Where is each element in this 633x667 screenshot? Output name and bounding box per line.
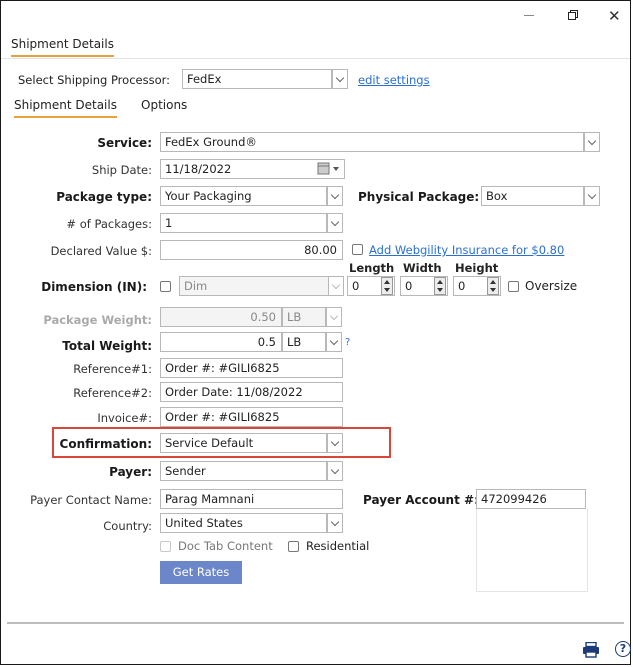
- height-spinner[interactable]: [487, 277, 499, 295]
- get-rates-button[interactable]: Get Rates: [160, 561, 242, 584]
- width-spinner[interactable]: [434, 277, 446, 295]
- oversize-label: Oversize: [525, 279, 578, 293]
- close-icon[interactable]: ✕: [608, 7, 621, 25]
- package-weight-input[interactable]: 0.50: [160, 307, 282, 327]
- package-type-select[interactable]: Your Packaging: [160, 186, 327, 206]
- confirmation-label: Confirmation:: [59, 437, 152, 451]
- service-dropdown-icon[interactable]: [584, 132, 600, 152]
- total-weight-unit-dropdown-icon[interactable]: [326, 332, 342, 352]
- help-circle-icon[interactable]: ?: [615, 641, 631, 657]
- insurance-checkbox[interactable]: [352, 244, 363, 255]
- package-weight-unit[interactable]: LB: [282, 307, 326, 327]
- invoice-input[interactable]: Order #: #GILI6825: [160, 407, 343, 427]
- payer-account-panel: [476, 509, 588, 592]
- maximize-icon[interactable]: [568, 9, 578, 20]
- payer-contact-label: Payer Contact Name:: [30, 493, 152, 507]
- reference2-input[interactable]: Order Date: 11/08/2022: [160, 382, 343, 402]
- height-label: Height: [455, 261, 499, 275]
- physical-package-dropdown-icon[interactable]: [584, 186, 600, 206]
- service-label: Service:: [97, 136, 152, 150]
- width-label: Width: [403, 261, 442, 275]
- total-weight-label: Total Weight:: [62, 339, 152, 353]
- edit-settings-link[interactable]: edit settings: [358, 73, 430, 87]
- dimension-label: Dimension (IN):: [41, 280, 147, 294]
- total-weight-input[interactable]: 0.5: [160, 332, 282, 352]
- oversize-checkbox[interactable]: [508, 281, 519, 292]
- dimension-checkbox[interactable]: [160, 281, 171, 292]
- confirmation-select[interactable]: Service Default: [160, 433, 327, 453]
- footer-divider: [7, 622, 624, 624]
- payer-contact-input[interactable]: Parag Mamnani: [160, 489, 343, 509]
- dimension-select[interactable]: Dim: [179, 276, 329, 296]
- physical-package-label: Physical Package:: [358, 190, 480, 204]
- declared-value-label: Declared Value $:: [50, 244, 152, 258]
- payer-select[interactable]: Sender: [160, 461, 327, 481]
- country-dropdown-icon[interactable]: [327, 513, 343, 533]
- num-packages-select[interactable]: 1: [160, 213, 327, 233]
- doc-tab-checkbox[interactable]: [160, 541, 171, 552]
- country-label: Country:: [103, 519, 152, 533]
- invoice-label: Invoice#:: [97, 411, 152, 425]
- num-packages-label: # of Packages:: [66, 217, 152, 231]
- payer-dropdown-icon[interactable]: [327, 461, 343, 481]
- dimension-dropdown-icon[interactable]: [328, 276, 344, 296]
- package-type-dropdown-icon[interactable]: [327, 186, 343, 206]
- confirmation-dropdown-icon[interactable]: [327, 433, 343, 453]
- tab-shipment-details[interactable]: Shipment Details: [14, 98, 117, 118]
- print-icon[interactable]: [582, 641, 600, 661]
- service-select[interactable]: FedEx Ground®: [160, 132, 584, 152]
- doc-tab-label: Doc Tab Content: [178, 539, 273, 553]
- reference1-label: Reference#1:: [73, 362, 152, 376]
- declared-value-input[interactable]: 80.00: [160, 240, 343, 260]
- payer-account-label: Payer Account #:: [363, 493, 479, 507]
- num-packages-dropdown-icon[interactable]: [327, 213, 343, 233]
- shipment-window: ✕ Shipment Details Select Shipping Proce…: [0, 0, 631, 665]
- country-select[interactable]: United States: [160, 513, 327, 533]
- payer-account-input[interactable]: 472099426: [476, 489, 586, 509]
- processor-dropdown-icon[interactable]: [332, 69, 348, 89]
- tab-options[interactable]: Options: [141, 98, 187, 112]
- payer-label: Payer:: [109, 465, 152, 479]
- calendar-icon[interactable]: [317, 162, 341, 179]
- package-type-label: Package type:: [56, 190, 152, 204]
- physical-package-select[interactable]: Box: [481, 186, 584, 206]
- length-label: Length: [349, 261, 395, 275]
- reference2-label: Reference#2:: [73, 386, 152, 400]
- total-weight-unit[interactable]: LB: [282, 332, 326, 352]
- residential-checkbox[interactable]: [288, 541, 299, 552]
- length-spinner[interactable]: [381, 277, 393, 295]
- package-weight-label: Package Weight:: [43, 313, 152, 327]
- tab-underline-rule: [1, 58, 630, 59]
- residential-label: Residential: [306, 539, 370, 553]
- tab-shipment-details-top[interactable]: Shipment Details: [11, 37, 114, 57]
- processor-select[interactable]: FedEx: [182, 69, 332, 89]
- minimize-icon[interactable]: [524, 15, 534, 16]
- processor-label: Select Shipping Processor:: [18, 73, 171, 87]
- insurance-link[interactable]: Add Webgility Insurance for $0.80: [369, 243, 564, 257]
- reference1-input[interactable]: Order #: #GILI6825: [160, 358, 343, 378]
- package-weight-unit-dropdown-icon[interactable]: [326, 307, 342, 327]
- help-icon[interactable]: ?: [345, 337, 350, 348]
- ship-date-label: Ship Date:: [91, 163, 152, 177]
